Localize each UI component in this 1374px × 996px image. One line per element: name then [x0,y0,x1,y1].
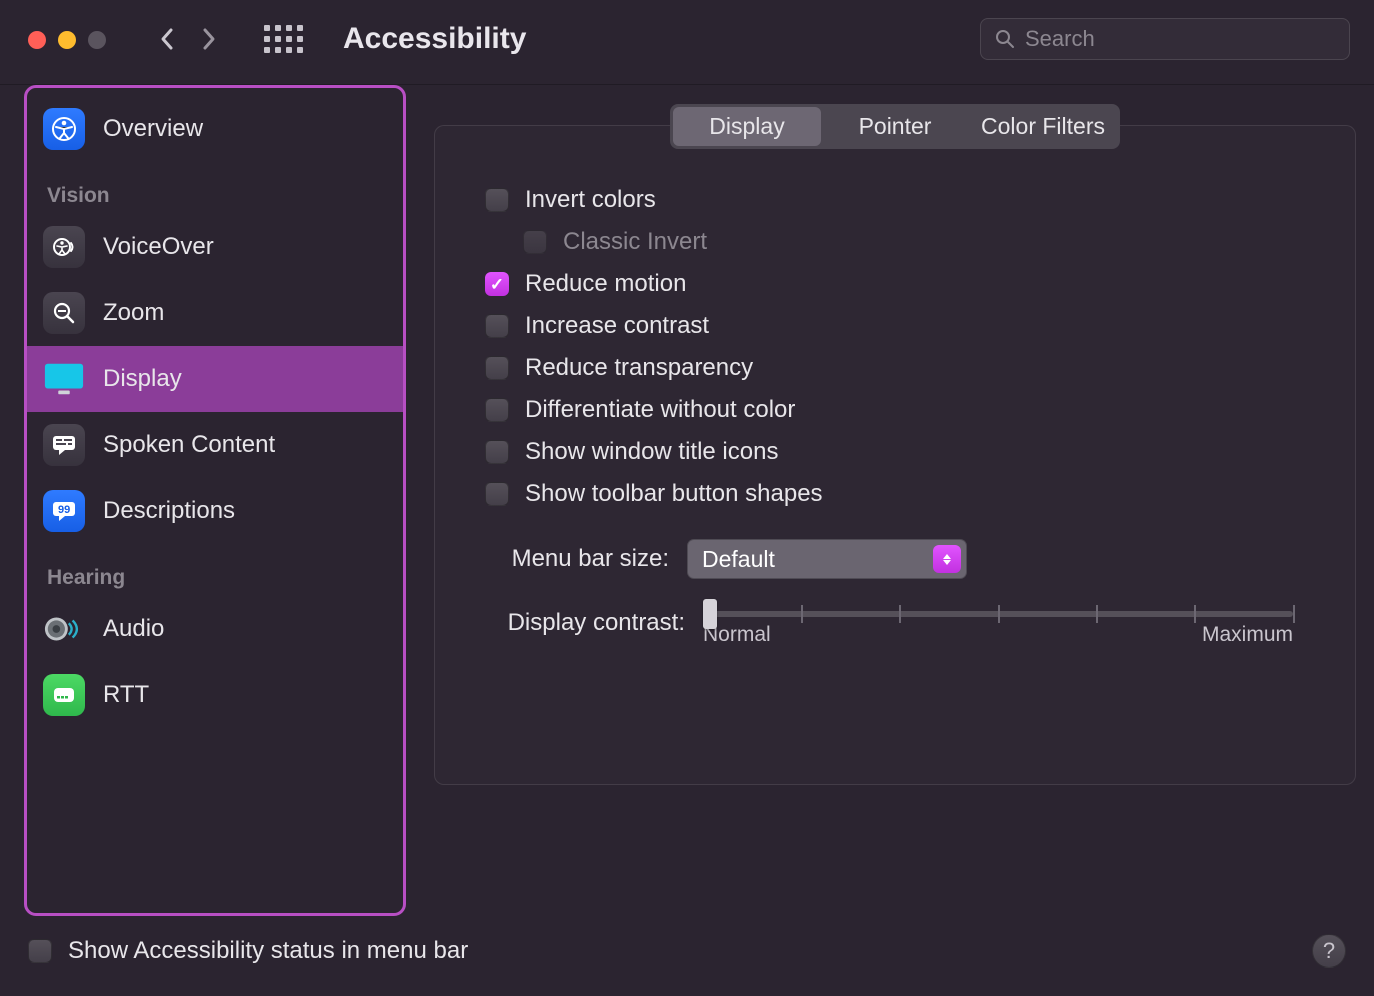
footer-label: Show Accessibility status in menu bar [68,937,468,965]
checkbox-label: Differentiate without color [525,396,795,424]
checkbox-row-diff-without-color: Differentiate without color [465,389,1325,431]
sidebar-item-zoom[interactable]: Zoom [27,280,403,346]
sidebar-section-hearing: Hearing [27,544,403,596]
select-stepper-icon [933,545,961,573]
tab-color-filters[interactable]: Color Filters [969,107,1117,146]
titlebar: Accessibility Search [0,0,1374,85]
sidebar-item-display[interactable]: Display [27,346,403,412]
menubar-size-row: Menu bar size: Default [465,539,1325,579]
show-all-prefs-button[interactable] [264,25,303,53]
sidebar-item-descriptions[interactable]: 99 Descriptions [27,478,403,544]
sidebar-item-label: Zoom [103,299,164,327]
sidebar-item-label: Display [103,365,182,393]
slider-max-label: Maximum [1202,623,1293,647]
checkbox-row-reduce-motion: Reduce motion [465,263,1325,305]
sidebar-item-spoken-content[interactable]: Spoken Content [27,412,403,478]
checkbox-invert-colors[interactable] [485,188,509,212]
menubar-size-value: Default [702,546,775,573]
checkbox-reduce-motion[interactable] [485,272,509,296]
sidebar: Overview Vision VoiceOver Zoom Display [24,85,406,916]
sidebar-item-label: RTT [103,681,149,709]
checkbox-row-title-icons: Show window title icons [465,431,1325,473]
sidebar-item-label: Overview [103,115,203,143]
display-contrast-label: Display contrast: [485,609,685,637]
checkbox-increase-contrast[interactable] [485,314,509,338]
checkbox-label: Reduce transparency [525,354,753,382]
main-content: Display Pointer Color Filters Invert col… [406,85,1356,916]
checkbox-label: Show toolbar button shapes [525,480,823,508]
checkbox-label: Classic Invert [563,228,707,256]
checkbox-title-icons[interactable] [485,440,509,464]
display-contrast-row: Display contrast: Normal Maxim [465,599,1325,647]
checkbox-row-toolbar-shapes: Show toolbar button shapes [465,473,1325,515]
checkbox-diff-without-color[interactable] [485,398,509,422]
search-field[interactable]: Search [980,18,1350,60]
forward-button[interactable] [194,24,224,54]
rtt-icon [43,674,85,716]
menubar-size-label: Menu bar size: [485,545,669,573]
descriptions-icon: 99 [43,490,85,532]
checkbox-label: Reduce motion [525,270,686,298]
checkbox-row-classic-invert: Classic Invert [465,221,1325,263]
footer: Show Accessibility status in menu bar ? [0,916,1374,968]
sidebar-item-label: Spoken Content [103,431,275,459]
help-button[interactable]: ? [1312,934,1346,968]
sidebar-item-voiceover[interactable]: VoiceOver [27,214,403,280]
sidebar-section-vision: Vision [27,162,403,214]
checkbox-reduce-transparency[interactable] [485,356,509,380]
sidebar-item-label: VoiceOver [103,233,214,261]
search-placeholder: Search [1025,26,1095,52]
checkbox-accessibility-status[interactable] [28,939,52,963]
voiceover-icon [43,226,85,268]
menubar-size-select[interactable]: Default [687,539,967,579]
display-panel: Display Pointer Color Filters Invert col… [434,125,1356,785]
accessibility-icon [43,108,85,150]
checkbox-label: Increase contrast [525,312,709,340]
close-window-button[interactable] [28,31,46,49]
checkbox-row-reduce-transparency: Reduce transparency [465,347,1325,389]
search-icon [995,29,1015,49]
window-title: Accessibility [343,22,526,56]
zoom-icon [43,292,85,334]
sidebar-item-overview[interactable]: Overview [27,96,403,162]
display-icon [43,358,85,400]
checkbox-row-increase-contrast: Increase contrast [465,305,1325,347]
sidebar-item-rtt[interactable]: RTT [27,662,403,716]
checkbox-label: Show window title icons [525,438,778,466]
checkbox-label: Invert colors [525,186,656,214]
zoom-window-button[interactable] [88,31,106,49]
sidebar-item-label: Audio [103,615,164,643]
svg-text:99: 99 [58,504,70,516]
display-tabs: Display Pointer Color Filters [670,104,1120,149]
checkbox-toolbar-shapes[interactable] [485,482,509,506]
spoken-content-icon [43,424,85,466]
checkbox-classic-invert [523,230,547,254]
checkbox-row-invert-colors: Invert colors [465,179,1325,221]
slider-thumb[interactable] [703,599,717,629]
sidebar-item-audio[interactable]: Audio [27,596,403,662]
tab-pointer[interactable]: Pointer [821,107,969,146]
display-contrast-slider[interactable] [703,611,1293,617]
tab-display[interactable]: Display [673,107,821,146]
audio-icon [43,608,85,650]
minimize-window-button[interactable] [58,31,76,49]
window-controls [28,31,106,49]
sidebar-item-label: Descriptions [103,497,235,525]
back-button[interactable] [152,24,182,54]
